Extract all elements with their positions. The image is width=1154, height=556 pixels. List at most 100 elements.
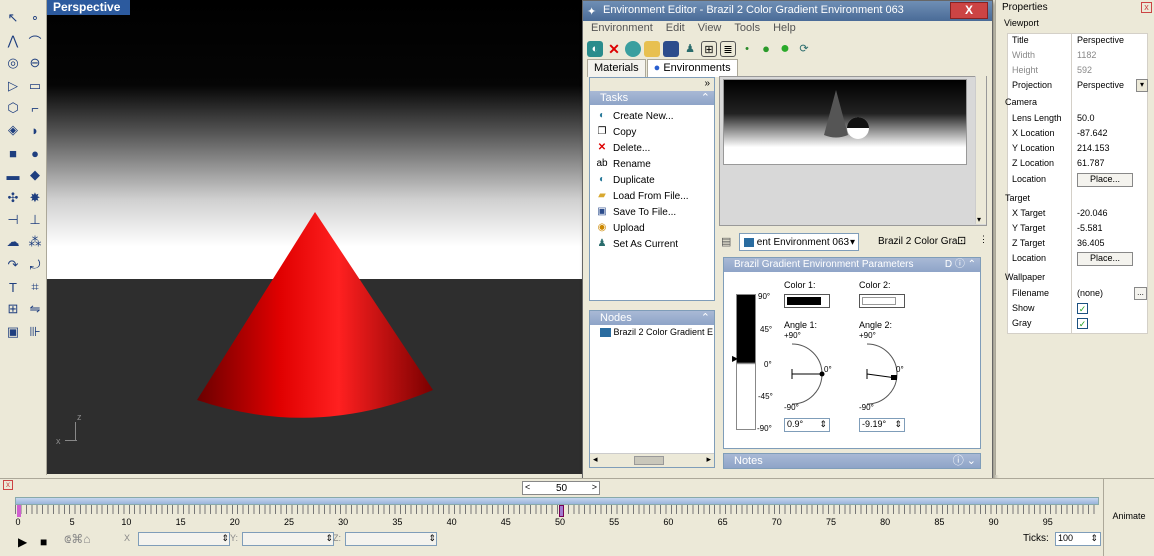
- set-current-icon[interactable]: ♟: [682, 41, 698, 57]
- text-icon[interactable]: T: [3, 277, 23, 297]
- y-coord-input[interactable]: ⇕: [242, 532, 334, 546]
- color2-picker[interactable]: [859, 294, 905, 308]
- viewport-label[interactable]: Perspective: [47, 0, 131, 15]
- layout-icon[interactable]: ⊞: [3, 299, 23, 319]
- x-coord-input[interactable]: ⇕: [138, 532, 230, 546]
- collapse-all-button[interactable]: »: [590, 78, 714, 91]
- frame-spinner[interactable]: < 50 >: [522, 481, 600, 495]
- nodes-header[interactable]: Nodes ⌃: [590, 311, 714, 325]
- grid-view-icon[interactable]: ⊞: [701, 41, 717, 57]
- tab-materials[interactable]: Materials: [587, 59, 646, 77]
- browse-button[interactable]: ...: [1134, 287, 1147, 300]
- angle2-input[interactable]: -9.19° ⇕: [859, 418, 905, 432]
- preview-scrollbar[interactable]: ▾: [975, 76, 986, 224]
- timeline-close-icon[interactable]: x: [3, 480, 13, 490]
- curve-icon[interactable]: ⌒: [25, 31, 45, 51]
- extrude-icon[interactable]: ◆: [25, 165, 45, 185]
- grid-icon[interactable]: ⊪: [25, 322, 45, 342]
- notes-header[interactable]: Notes ⓘ ⌄: [724, 454, 980, 468]
- mirror-icon[interactable]: ⇋: [25, 299, 45, 319]
- task-duplicate[interactable]: ◐ Duplicate: [590, 172, 714, 188]
- prop-title[interactable]: Title Perspective: [1007, 34, 1148, 49]
- circle-icon[interactable]: ◎: [3, 53, 23, 73]
- sphere-icon[interactable]: ●: [25, 143, 45, 163]
- prop-z-target[interactable]: Z Target 36.405: [1007, 237, 1148, 252]
- prop-show[interactable]: Show ✓: [1007, 302, 1148, 317]
- group-icon[interactable]: ☁: [3, 232, 23, 252]
- close-button[interactable]: X: [950, 2, 988, 19]
- prop-y-location[interactable]: Y Location 214.153: [1007, 142, 1148, 157]
- box-icon[interactable]: ■: [3, 143, 23, 163]
- properties-close-icon[interactable]: x: [1141, 2, 1152, 13]
- delete-icon[interactable]: ✕: [606, 41, 622, 57]
- task-set-current[interactable]: ♟ Set As Current: [590, 236, 714, 252]
- polygon-icon[interactable]: ⬡: [3, 98, 23, 118]
- env-settings-icon[interactable]: ⊡: [957, 234, 966, 247]
- gradient-scale[interactable]: [736, 294, 756, 430]
- menu-edit[interactable]: Edit: [666, 22, 685, 38]
- camera-place-button[interactable]: Place...: [1077, 173, 1133, 187]
- task-delete[interactable]: ✕ Delete...: [590, 140, 714, 156]
- timeline-ruler[interactable]: [15, 505, 1099, 514]
- ticks-input[interactable]: 100 ⇕: [1055, 532, 1101, 546]
- render-icon[interactable]: ▣: [3, 322, 23, 342]
- env-dropdown[interactable]: ent Environment 063 ▾: [739, 233, 859, 251]
- split-icon[interactable]: ⊥: [25, 210, 45, 230]
- viewport[interactable]: Perspective z x: [47, 0, 587, 474]
- prop-x-location[interactable]: X Location -87.642: [1007, 127, 1148, 142]
- prop-projection[interactable]: Projection Perspective ▾: [1007, 79, 1148, 94]
- cylinder-icon[interactable]: ▬: [3, 165, 23, 185]
- key-tools-icon[interactable]: ⟃⌘⌂: [64, 532, 90, 547]
- point-icon[interactable]: ∘: [25, 8, 45, 28]
- array-icon[interactable]: ⁂: [25, 232, 45, 252]
- menu-environment[interactable]: Environment: [591, 22, 653, 38]
- menu-view[interactable]: View: [698, 22, 722, 38]
- rotate3d-icon[interactable]: ⤾: [25, 255, 45, 275]
- tasks-header[interactable]: Tasks ⌃: [590, 91, 714, 105]
- trim-icon[interactable]: ⊣: [3, 210, 23, 230]
- start-frame-marker[interactable]: [17, 505, 21, 517]
- task-upload[interactable]: ◉ Upload: [590, 220, 714, 236]
- large-preview-icon[interactable]: ●: [777, 41, 793, 57]
- task-save[interactable]: ▣ Save To File...: [590, 204, 714, 220]
- new-env-icon[interactable]: ◐: [587, 41, 603, 57]
- task-load[interactable]: ▰ Load From File...: [590, 188, 714, 204]
- more-icon[interactable]: ⋮: [979, 234, 988, 245]
- refresh-icon[interactable]: ⟳: [796, 41, 812, 57]
- timeline-scrollbar[interactable]: [15, 497, 1099, 505]
- prop-gray[interactable]: Gray ✓: [1007, 317, 1148, 332]
- prop-filename[interactable]: Filename (none)...: [1007, 287, 1148, 302]
- task-create-new[interactable]: ◐ Create New...: [590, 108, 714, 124]
- polyline-icon[interactable]: ⋀: [3, 31, 23, 51]
- angle2-dial[interactable]: [859, 342, 909, 406]
- parameters-header[interactable]: Brazil Gradient Environment Parameters D…: [724, 258, 980, 272]
- small-preview-icon[interactable]: •: [739, 41, 755, 57]
- save-icon[interactable]: [663, 41, 679, 57]
- dimension-icon[interactable]: ⌗: [25, 277, 45, 297]
- target-place-button[interactable]: Place...: [1077, 252, 1133, 266]
- rotate-icon[interactable]: ↷: [3, 255, 23, 275]
- menu-tools[interactable]: Tools: [734, 22, 760, 38]
- angle1-dial[interactable]: [784, 342, 834, 406]
- duplicate-icon[interactable]: [625, 41, 641, 57]
- node-item[interactable]: Brazil 2 Color Gradient E: [590, 325, 714, 338]
- boolean-icon[interactable]: ✣: [3, 188, 23, 208]
- list-view-icon[interactable]: ≣: [720, 41, 736, 57]
- explode-icon[interactable]: ✸: [25, 188, 45, 208]
- surface-icon[interactable]: ◈: [3, 120, 23, 140]
- horizontal-scrollbar[interactable]: ◂ ▸: [590, 453, 714, 467]
- menu-help[interactable]: Help: [773, 22, 796, 38]
- animate-button[interactable]: Animate: [1103, 478, 1154, 556]
- color1-picker[interactable]: [784, 294, 830, 308]
- prop-z-location[interactable]: Z Location 61.787: [1007, 157, 1148, 172]
- fillet-icon[interactable]: ⌐: [25, 98, 45, 118]
- prop-x-target[interactable]: X Target -20.046: [1007, 207, 1148, 222]
- z-coord-input[interactable]: ⇕: [345, 532, 437, 546]
- ellipse-icon[interactable]: ⊖: [25, 53, 45, 73]
- current-frame-marker[interactable]: [559, 505, 564, 517]
- env-list-icon[interactable]: ▤: [721, 235, 731, 248]
- play-icon[interactable]: ▶: [18, 535, 27, 549]
- medium-preview-icon[interactable]: ●: [758, 41, 774, 57]
- open-folder-icon[interactable]: [644, 41, 660, 57]
- show-checkbox[interactable]: ✓: [1077, 303, 1088, 314]
